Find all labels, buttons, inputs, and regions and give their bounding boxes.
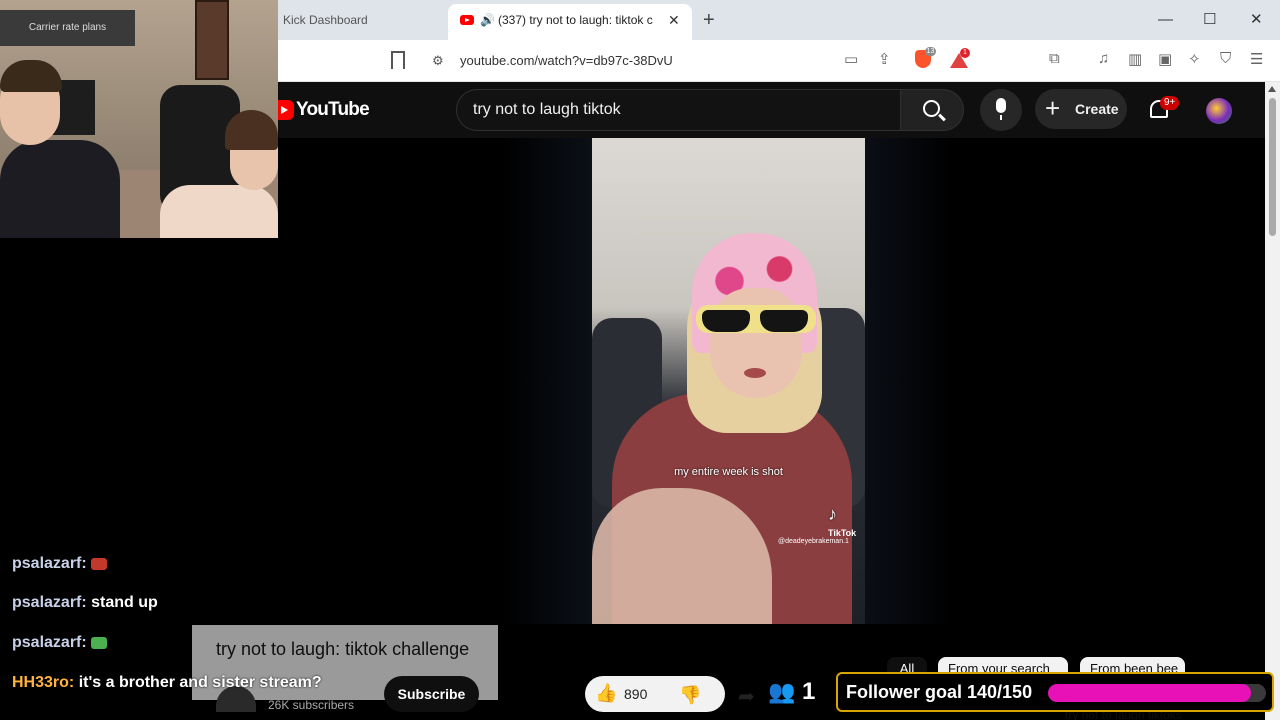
chat-username: psalazarf: [12,594,87,611]
chat-username: psalazarf: [12,634,87,651]
wallet-icon[interactable]: ▣ [1158,50,1172,68]
sidebar-icon[interactable]: ▥ [1128,50,1142,68]
close-tab-icon[interactable]: ✕ [668,12,680,29]
chat-message: psalazarf: [12,634,108,652]
sunglasses-lens-left [702,310,750,332]
search-button[interactable] [900,89,964,131]
person-mouth [744,368,766,378]
like-dislike-group: 👍 890 👎 [585,676,725,712]
chat-text: stand up [91,594,158,611]
create-label: Create [1075,101,1119,117]
share-icon[interactable]: ➦ [738,684,755,709]
create-button[interactable]: + Create [1035,89,1127,129]
viewer-count-widget: 👥 1 [762,672,824,714]
youtube-favicon-icon [460,15,474,25]
url-field[interactable]: ⚙ youtube.com/watch?v=db97c-38DvU [424,46,984,76]
tiktok-handle: @deadeyebrakeman.1 [778,538,849,545]
streamer-2-body [160,185,278,238]
chat-text: it's a brother and sister stream? [78,674,322,691]
youtube-logo[interactable]: YouTube [278,99,370,121]
chat-message: psalazarf: [12,555,108,573]
subscribe-button[interactable]: Subscribe [384,676,479,712]
like-icon[interactable]: 👍 [595,683,617,704]
account-avatar[interactable] [1206,98,1232,124]
site-settings-icon[interactable]: ⚙ [432,53,444,69]
tab-youtube[interactable]: 🔊 (337) try not to laugh: tiktok c ✕ [448,4,692,40]
chat-emote-icon [91,636,108,649]
follower-goal-widget: Follower goal 140/150 [836,672,1274,712]
video-caption: my entire week is shot [674,466,783,478]
webcam-label: Carrier rate plans [0,10,135,46]
chat-username: psalazarf: [12,555,87,572]
youtube-play-icon [278,100,294,120]
menu-icon[interactable]: ☰ [1250,50,1263,68]
search-icon [923,100,940,117]
vpn-icon[interactable]: ⛉ [1220,50,1231,67]
dislike-icon[interactable]: 👎 [679,685,701,706]
subscriber-count: 26K subscribers [268,698,355,712]
share-page-icon[interactable]: ⇪ [878,50,891,68]
cast-icon[interactable]: ▭ [844,50,858,68]
tiktok-watermark: TikTok [828,528,857,538]
chat-username: HH33ro: [12,674,75,691]
url-text[interactable]: youtube.com/watch?v=db97c-38DvU [460,53,673,68]
webcam-overlay: Carrier rate plans [0,0,278,238]
plus-icon: + [1045,93,1061,123]
follower-goal-progress [1048,684,1252,702]
shields-count-badge: 13 [925,47,936,56]
maximize-icon[interactable]: ☐ [1203,8,1216,32]
notification-badge: 9+ [1160,96,1180,110]
media-icon[interactable]: ♫ [1098,50,1109,67]
tab-search-icon[interactable]: ⧉ [1049,50,1060,67]
minimize-icon[interactable]: — [1158,8,1173,32]
like-count[interactable]: 890 [624,686,647,702]
webcam-poster [195,0,229,80]
search-input[interactable]: try not to laugh tiktok [456,89,900,131]
follower-goal-track [1048,684,1266,702]
scrollbar-thumb[interactable] [1269,98,1276,236]
chat-emote-icon [91,557,108,570]
microphone-icon [996,98,1006,120]
follower-goal-label: Follower goal 140/150 [846,682,1033,702]
audio-playing-icon[interactable]: 🔊 [480,13,495,27]
page-scrollbar[interactable] [1265,82,1280,720]
tab-title: (337) try not to laugh: tiktok c [498,13,653,27]
viewer-count: 1 [802,678,816,705]
streamer-1-body [0,140,120,238]
viewers-icon: 👥 [768,679,796,704]
video-player[interactable]: my entire week is shot ♪ TikTok @deadeye… [592,138,865,624]
close-window-icon[interactable]: ✕ [1250,8,1263,32]
tiktok-logo-icon: ♪ [828,504,837,524]
bookmark-icon[interactable] [391,51,405,69]
sunglasses-lens-right [760,310,808,332]
video-title: try not to laugh: tiktok challenge [216,639,470,659]
new-tab-button[interactable]: + [703,8,715,32]
leo-ai-icon[interactable]: ✧ [1188,50,1201,68]
scroll-up-icon[interactable] [1268,86,1276,92]
voice-search-button[interactable] [980,89,1022,131]
chat-message: psalazarf: stand up [12,594,158,612]
chat-message: HH33ro: it's a brother and sister stream… [12,674,322,692]
youtube-logo-text: YouTube [296,99,370,120]
rewards-count-badge: 1 [960,48,970,58]
tab-kick-dashboard[interactable]: Kick Dashboard [283,8,443,32]
